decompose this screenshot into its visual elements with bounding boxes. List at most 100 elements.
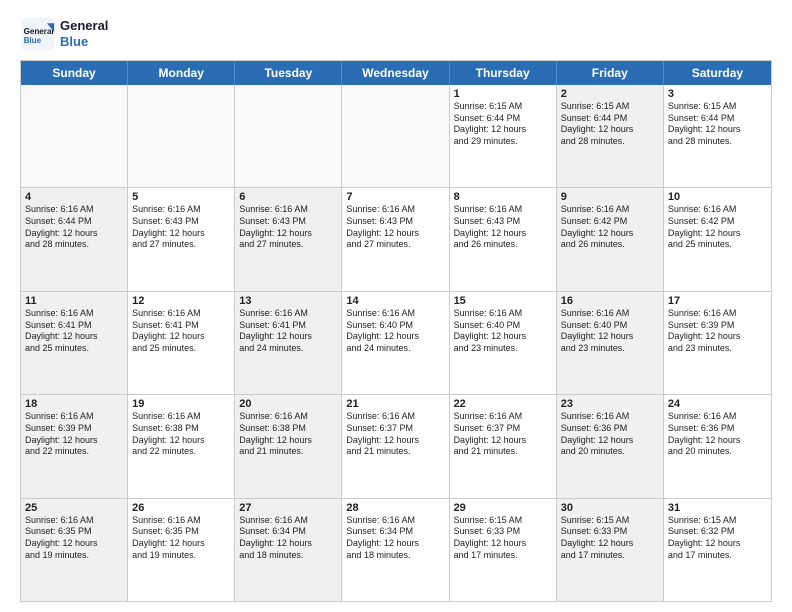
calendar-header: SundayMondayTuesdayWednesdayThursdayFrid… <box>21 61 771 85</box>
day-cell-17: 17Sunrise: 6:16 AM Sunset: 6:39 PM Dayli… <box>664 292 771 394</box>
day-info: Sunrise: 6:15 AM Sunset: 6:44 PM Dayligh… <box>668 101 767 148</box>
day-number: 5 <box>132 191 230 203</box>
calendar-row-0: 1 Sunrise: 6:15 AM Sunset: 6:44 PM Daylig… <box>21 85 771 188</box>
day-cell-4: 4Sunrise: 6:16 AM Sunset: 6:44 PM Daylig… <box>21 188 128 290</box>
day-info: Sunrise: 6:16 AM Sunset: 6:34 PM Dayligh… <box>239 515 337 562</box>
day-cell-18: 18Sunrise: 6:16 AM Sunset: 6:39 PM Dayli… <box>21 395 128 497</box>
day-cell-19: 19Sunrise: 6:16 AM Sunset: 6:38 PM Dayli… <box>128 395 235 497</box>
day-number: 3 <box>668 88 767 100</box>
day-number: 1 <box>454 88 552 100</box>
day-info: Sunrise: 6:16 AM Sunset: 6:35 PM Dayligh… <box>132 515 230 562</box>
day-number: 16 <box>561 295 659 307</box>
day-number: 30 <box>561 502 659 514</box>
day-number: 21 <box>346 398 444 410</box>
day-number: 18 <box>25 398 123 410</box>
calendar-row-3: 18Sunrise: 6:16 AM Sunset: 6:39 PM Dayli… <box>21 395 771 498</box>
day-info: Sunrise: 6:16 AM Sunset: 6:42 PM Dayligh… <box>561 204 659 251</box>
day-cell-11: 11Sunrise: 6:16 AM Sunset: 6:41 PM Dayli… <box>21 292 128 394</box>
day-cell-12: 12Sunrise: 6:16 AM Sunset: 6:41 PM Dayli… <box>128 292 235 394</box>
day-cell-8: 8Sunrise: 6:16 AM Sunset: 6:43 PM Daylig… <box>450 188 557 290</box>
day-number: 29 <box>454 502 552 514</box>
svg-text:General: General <box>24 27 54 36</box>
day-number: 17 <box>668 295 767 307</box>
day-cell-9: 9Sunrise: 6:16 AM Sunset: 6:42 PM Daylig… <box>557 188 664 290</box>
logo-text: General Blue <box>60 18 108 49</box>
day-cell-2: 2Sunrise: 6:15 AM Sunset: 6:44 PM Daylig… <box>557 85 664 187</box>
day-info: Sunrise: 6:16 AM Sunset: 6:35 PM Dayligh… <box>25 515 123 562</box>
day-number: 9 <box>561 191 659 203</box>
day-info: Sunrise: 6:15 AM Sunset: 6:33 PM Dayligh… <box>454 515 552 562</box>
day-info: Sunrise: 6:16 AM Sunset: 6:34 PM Dayligh… <box>346 515 444 562</box>
header-day-thursday: Thursday <box>450 61 557 85</box>
day-cell-22: 22Sunrise: 6:16 AM Sunset: 6:37 PM Dayli… <box>450 395 557 497</box>
day-info: Sunrise: 6:16 AM Sunset: 6:39 PM Dayligh… <box>25 411 123 458</box>
day-number: 10 <box>668 191 767 203</box>
day-number: 15 <box>454 295 552 307</box>
header-day-sunday: Sunday <box>21 61 128 85</box>
day-info: Sunrise: 6:15 AM Sunset: 6:44 PM Dayligh… <box>561 101 659 148</box>
header-day-friday: Friday <box>557 61 664 85</box>
day-info: Sunrise: 6:16 AM Sunset: 6:38 PM Dayligh… <box>239 411 337 458</box>
logo: General Blue General Blue <box>20 16 108 52</box>
day-info: Sunrise: 6:16 AM Sunset: 6:38 PM Dayligh… <box>132 411 230 458</box>
day-number: 20 <box>239 398 337 410</box>
day-number: 13 <box>239 295 337 307</box>
logo-icon: General Blue <box>20 16 56 52</box>
day-info: Sunrise: 6:16 AM Sunset: 6:42 PM Dayligh… <box>668 204 767 251</box>
svg-text:Blue: Blue <box>24 36 42 45</box>
day-info: Sunrise: 6:16 AM Sunset: 6:41 PM Dayligh… <box>132 308 230 355</box>
empty-cell <box>21 85 128 187</box>
day-cell-16: 16Sunrise: 6:16 AM Sunset: 6:40 PM Dayli… <box>557 292 664 394</box>
day-cell-7: 7Sunrise: 6:16 AM Sunset: 6:43 PM Daylig… <box>342 188 449 290</box>
day-cell-10: 10Sunrise: 6:16 AM Sunset: 6:42 PM Dayli… <box>664 188 771 290</box>
day-info: Sunrise: 6:16 AM Sunset: 6:43 PM Dayligh… <box>454 204 552 251</box>
day-info: Sunrise: 6:15 AM Sunset: 6:33 PM Dayligh… <box>561 515 659 562</box>
day-number: 26 <box>132 502 230 514</box>
day-info: Sunrise: 6:16 AM Sunset: 6:44 PM Dayligh… <box>25 204 123 251</box>
day-number: 22 <box>454 398 552 410</box>
calendar-row-2: 11 Sunrise: 6:16 AM Sunset: 6:41 PM Dayli… <box>21 292 771 395</box>
day-number: 25 <box>25 502 123 514</box>
day-cell-28: 28Sunrise: 6:16 AM Sunset: 6:34 PM Dayli… <box>342 499 449 601</box>
day-number: 8 <box>454 191 552 203</box>
day-number: 11 <box>25 295 123 307</box>
header-day-wednesday: Wednesday <box>342 61 449 85</box>
day-cell-21: 21Sunrise: 6:16 AM Sunset: 6:37 PM Dayli… <box>342 395 449 497</box>
empty-cell <box>128 85 235 187</box>
day-cell-24: 24Sunrise: 6:16 AM Sunset: 6:36 PM Dayli… <box>664 395 771 497</box>
day-info: Sunrise: 6:16 AM Sunset: 6:40 PM Dayligh… <box>454 308 552 355</box>
day-cell-29: 29Sunrise: 6:15 AM Sunset: 6:33 PM Dayli… <box>450 499 557 601</box>
day-number: 19 <box>132 398 230 410</box>
calendar: SundayMondayTuesdayWednesdayThursdayFrid… <box>20 60 772 602</box>
day-cell-5: 5Sunrise: 6:16 AM Sunset: 6:43 PM Daylig… <box>128 188 235 290</box>
day-number: 2 <box>561 88 659 100</box>
day-number: 28 <box>346 502 444 514</box>
day-cell-27: 27Sunrise: 6:16 AM Sunset: 6:34 PM Dayli… <box>235 499 342 601</box>
header-day-saturday: Saturday <box>664 61 771 85</box>
calendar-row-4: 25Sunrise: 6:16 AM Sunset: 6:35 PM Dayli… <box>21 499 771 601</box>
day-info: Sunrise: 6:16 AM Sunset: 6:41 PM Dayligh… <box>239 308 337 355</box>
empty-cell <box>235 85 342 187</box>
day-number: 23 <box>561 398 659 410</box>
page: General Blue General Blue SundayMondayTu… <box>0 0 792 612</box>
day-cell-25: 25Sunrise: 6:16 AM Sunset: 6:35 PM Dayli… <box>21 499 128 601</box>
calendar-row-1: 4Sunrise: 6:16 AM Sunset: 6:44 PM Daylig… <box>21 188 771 291</box>
day-cell-14: 14Sunrise: 6:16 AM Sunset: 6:40 PM Dayli… <box>342 292 449 394</box>
empty-cell <box>342 85 449 187</box>
day-number: 4 <box>25 191 123 203</box>
day-cell-6: 6Sunrise: 6:16 AM Sunset: 6:43 PM Daylig… <box>235 188 342 290</box>
day-number: 31 <box>668 502 767 514</box>
day-cell-20: 20Sunrise: 6:16 AM Sunset: 6:38 PM Dayli… <box>235 395 342 497</box>
day-cell-26: 26Sunrise: 6:16 AM Sunset: 6:35 PM Dayli… <box>128 499 235 601</box>
day-info: Sunrise: 6:16 AM Sunset: 6:43 PM Dayligh… <box>239 204 337 251</box>
day-info: Sunrise: 6:16 AM Sunset: 6:37 PM Dayligh… <box>454 411 552 458</box>
day-cell-1: 1Sunrise: 6:15 AM Sunset: 6:44 PM Daylig… <box>450 85 557 187</box>
day-number: 12 <box>132 295 230 307</box>
calendar-body: 1 Sunrise: 6:15 AM Sunset: 6:44 PM Daylig… <box>21 85 771 601</box>
day-number: 7 <box>346 191 444 203</box>
day-info: Sunrise: 6:16 AM Sunset: 6:37 PM Dayligh… <box>346 411 444 458</box>
day-info: Sunrise: 6:16 AM Sunset: 6:43 PM Dayligh… <box>132 204 230 251</box>
header: General Blue General Blue <box>20 16 772 52</box>
day-number: 6 <box>239 191 337 203</box>
day-cell-31: 31Sunrise: 6:15 AM Sunset: 6:32 PM Dayli… <box>664 499 771 601</box>
